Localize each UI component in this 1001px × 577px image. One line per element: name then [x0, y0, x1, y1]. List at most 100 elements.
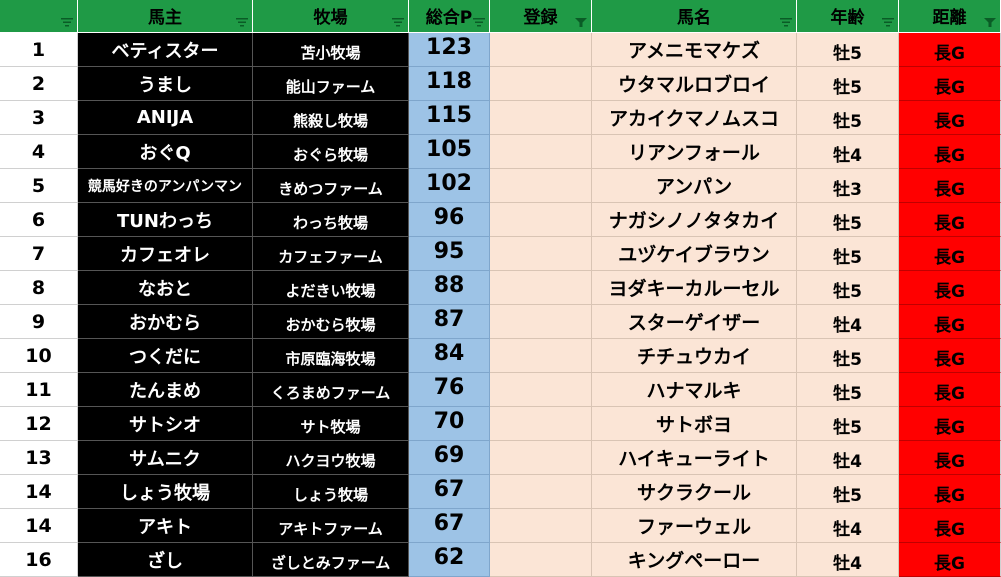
row-rank[interactable]: 3	[0, 101, 78, 135]
row-rank[interactable]: 16	[0, 543, 78, 577]
horse-name-cell[interactable]: ヨダキーカルーセル	[592, 271, 797, 305]
distance-cell[interactable]: 長G	[899, 33, 1001, 67]
row-rank[interactable]: 6	[0, 203, 78, 237]
row-rank[interactable]: 14	[0, 475, 78, 509]
distance-cell[interactable]: 長G	[899, 271, 1001, 305]
farm-cell[interactable]: おぐら牧場	[253, 135, 409, 169]
distance-cell[interactable]: 長G	[899, 135, 1001, 169]
distance-cell[interactable]: 長G	[899, 67, 1001, 101]
owner-cell[interactable]: サトシオ	[78, 407, 253, 441]
register-cell[interactable]	[490, 305, 592, 339]
owner-cell[interactable]: たんまめ	[78, 373, 253, 407]
points-cell[interactable]: 115	[409, 101, 490, 135]
row-rank[interactable]: 1	[0, 33, 78, 67]
owner-cell[interactable]: TUNわっち	[78, 203, 253, 237]
horse-name-cell[interactable]: アカイクマノムスコ	[592, 101, 797, 135]
age-cell[interactable]: 牡5	[797, 237, 899, 271]
register-cell[interactable]	[490, 373, 592, 407]
distance-cell[interactable]: 長G	[899, 475, 1001, 509]
age-cell[interactable]: 牡5	[797, 67, 899, 101]
owner-cell[interactable]: うまし	[78, 67, 253, 101]
farm-cell[interactable]: 苫小牧場	[253, 33, 409, 67]
distance-cell[interactable]: 長G	[899, 203, 1001, 237]
distance-cell[interactable]: 長G	[899, 509, 1001, 543]
horse-name-cell[interactable]: スターゲイザー	[592, 305, 797, 339]
row-rank[interactable]: 11	[0, 373, 78, 407]
header-register[interactable]: 登録	[490, 0, 592, 33]
horse-name-cell[interactable]: キングペーロー	[592, 543, 797, 577]
register-cell[interactable]	[490, 169, 592, 203]
distance-cell[interactable]: 長G	[899, 407, 1001, 441]
age-cell[interactable]: 牡3	[797, 169, 899, 203]
owner-cell[interactable]: ベティスター	[78, 33, 253, 67]
points-cell[interactable]: 76	[409, 373, 490, 407]
owner-cell[interactable]: なおと	[78, 271, 253, 305]
filter-dropdown-icon[interactable]	[392, 18, 404, 27]
register-cell[interactable]	[490, 101, 592, 135]
farm-cell[interactable]: 熊殺し牧場	[253, 101, 409, 135]
distance-cell[interactable]: 長G	[899, 169, 1001, 203]
horse-name-cell[interactable]: ユヅケイブラウン	[592, 237, 797, 271]
points-cell[interactable]: 96	[409, 203, 490, 237]
register-cell[interactable]	[490, 237, 592, 271]
farm-cell[interactable]: カフェファーム	[253, 237, 409, 271]
filter-active-icon[interactable]	[575, 18, 587, 27]
points-cell[interactable]: 105	[409, 135, 490, 169]
farm-cell[interactable]: わっち牧場	[253, 203, 409, 237]
points-cell[interactable]: 67	[409, 475, 490, 509]
horse-name-cell[interactable]: ウタマルロブロイ	[592, 67, 797, 101]
points-cell[interactable]: 95	[409, 237, 490, 271]
header-farm[interactable]: 牧場	[253, 0, 409, 33]
row-rank[interactable]: 4	[0, 135, 78, 169]
horse-name-cell[interactable]: サトボヨ	[592, 407, 797, 441]
register-cell[interactable]	[490, 441, 592, 475]
owner-cell[interactable]: サムニク	[78, 441, 253, 475]
age-cell[interactable]: 牡4	[797, 135, 899, 169]
age-cell[interactable]: 牡5	[797, 373, 899, 407]
header-points[interactable]: 総合P	[409, 0, 490, 33]
horse-name-cell[interactable]: リアンフォール	[592, 135, 797, 169]
horse-name-cell[interactable]: ハイキューライト	[592, 441, 797, 475]
filter-dropdown-icon[interactable]	[780, 18, 792, 27]
points-cell[interactable]: 87	[409, 305, 490, 339]
farm-cell[interactable]: くろまめファーム	[253, 373, 409, 407]
farm-cell[interactable]: おかむら牧場	[253, 305, 409, 339]
farm-cell[interactable]: よだきい牧場	[253, 271, 409, 305]
age-cell[interactable]: 牡5	[797, 339, 899, 373]
row-rank[interactable]: 2	[0, 67, 78, 101]
points-cell[interactable]: 118	[409, 67, 490, 101]
points-cell[interactable]: 69	[409, 441, 490, 475]
register-cell[interactable]	[490, 67, 592, 101]
register-cell[interactable]	[490, 33, 592, 67]
distance-cell[interactable]: 長G	[899, 305, 1001, 339]
distance-cell[interactable]: 長G	[899, 339, 1001, 373]
age-cell[interactable]: 牡4	[797, 441, 899, 475]
age-cell[interactable]: 牡5	[797, 33, 899, 67]
owner-cell[interactable]: おぐQ	[78, 135, 253, 169]
owner-cell[interactable]: 競馬好きのアンパンマン	[78, 169, 253, 203]
distance-cell[interactable]: 長G	[899, 441, 1001, 475]
horse-name-cell[interactable]: チチュウカイ	[592, 339, 797, 373]
filter-dropdown-icon[interactable]	[61, 18, 73, 27]
owner-cell[interactable]: カフェオレ	[78, 237, 253, 271]
farm-cell[interactable]: ハクヨウ牧場	[253, 441, 409, 475]
register-cell[interactable]	[490, 475, 592, 509]
row-rank[interactable]: 7	[0, 237, 78, 271]
age-cell[interactable]: 牡5	[797, 475, 899, 509]
farm-cell[interactable]: きめつファーム	[253, 169, 409, 203]
points-cell[interactable]: 88	[409, 271, 490, 305]
register-cell[interactable]	[490, 509, 592, 543]
horse-name-cell[interactable]: ハナマルキ	[592, 373, 797, 407]
header-owner[interactable]: 馬主	[78, 0, 253, 33]
register-cell[interactable]	[490, 543, 592, 577]
points-cell[interactable]: 70	[409, 407, 490, 441]
horse-name-cell[interactable]: アメニモマケズ	[592, 33, 797, 67]
filter-dropdown-icon[interactable]	[882, 18, 894, 27]
owner-cell[interactable]: しょう牧場	[78, 475, 253, 509]
register-cell[interactable]	[490, 339, 592, 373]
distance-cell[interactable]: 長G	[899, 101, 1001, 135]
row-rank[interactable]: 9	[0, 305, 78, 339]
row-rank[interactable]: 8	[0, 271, 78, 305]
owner-cell[interactable]: アキト	[78, 509, 253, 543]
filter-active-icon[interactable]	[984, 18, 996, 27]
